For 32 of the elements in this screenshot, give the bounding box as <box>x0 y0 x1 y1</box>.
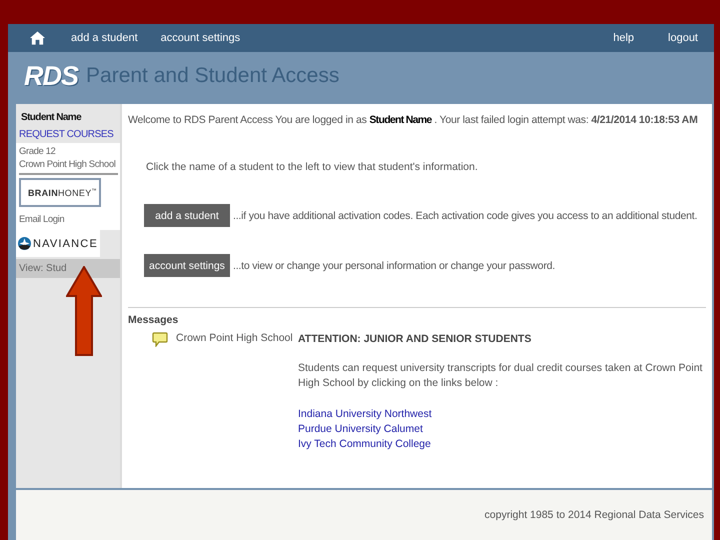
university-link[interactable]: Indiana University Northwest <box>298 407 706 422</box>
request-courses-link[interactable]: REQUEST COURSES <box>16 123 120 143</box>
action-description: ...to view or change your personal information or change your password. <box>233 260 555 272</box>
message-sender: Crown Point High School <box>176 332 293 346</box>
action-button[interactable]: add a student <box>144 204 230 227</box>
view-student-item[interactable]: View: Stud <box>16 259 120 278</box>
speech-bubble-icon <box>152 332 168 347</box>
student-name[interactable]: Student Name <box>16 112 120 123</box>
school-label: Crown Point High School <box>19 158 116 171</box>
email-login-link[interactable]: Email Login <box>19 213 64 226</box>
message-body: Students can request university transcripts for dual credit courses taken at Crown Point High School by clicking on the links below : <box>298 361 704 391</box>
brainhoney-text: BRAINHONEY$^{™}$ <box>28 188 97 198</box>
home-icon[interactable] <box>30 31 45 45</box>
copyright-text: copyright 1985 to 2014 Regional Data Services <box>484 509 704 521</box>
instruction-text: Click the name of a student to the left to view that student's information. <box>146 161 479 173</box>
action-description: ...if you have additional activation codes. Each activation code gives you access to an additional student. <box>233 210 698 222</box>
page-title: Parent and Student Access <box>86 64 340 88</box>
action-button[interactable]: account settings <box>144 254 230 277</box>
nav-link[interactable]: add a student <box>71 32 138 44</box>
rds-logo: RDS <box>24 60 78 92</box>
university-link[interactable]: Ivy Tech Community College <box>298 437 706 452</box>
naviance-text: NAVIANCE <box>32 238 98 250</box>
naviance-logo[interactable]: NAVIANCE <box>16 230 100 257</box>
nav-link[interactable]: logout <box>668 32 698 44</box>
brainhoney-logo[interactable]: BRAINHONEY$^{™}$ <box>19 178 101 207</box>
message-title: ATTENTION: JUNIOR AND SENIOR STUDENTS <box>298 333 532 345</box>
messages-heading: Messages <box>128 314 180 326</box>
nav-link[interactable]: help <box>613 32 634 44</box>
welcome-message: Welcome to RDS Parent Access You are logged in as Student Name . Your last failed login attempt was: 4/21/2014 10:18:53 AM <box>128 114 699 126</box>
grade-label: Grade 12 <box>19 145 56 158</box>
university-link[interactable]: Purdue University Calumet <box>298 422 706 437</box>
nav-link[interactable]: account settings <box>160 32 240 44</box>
